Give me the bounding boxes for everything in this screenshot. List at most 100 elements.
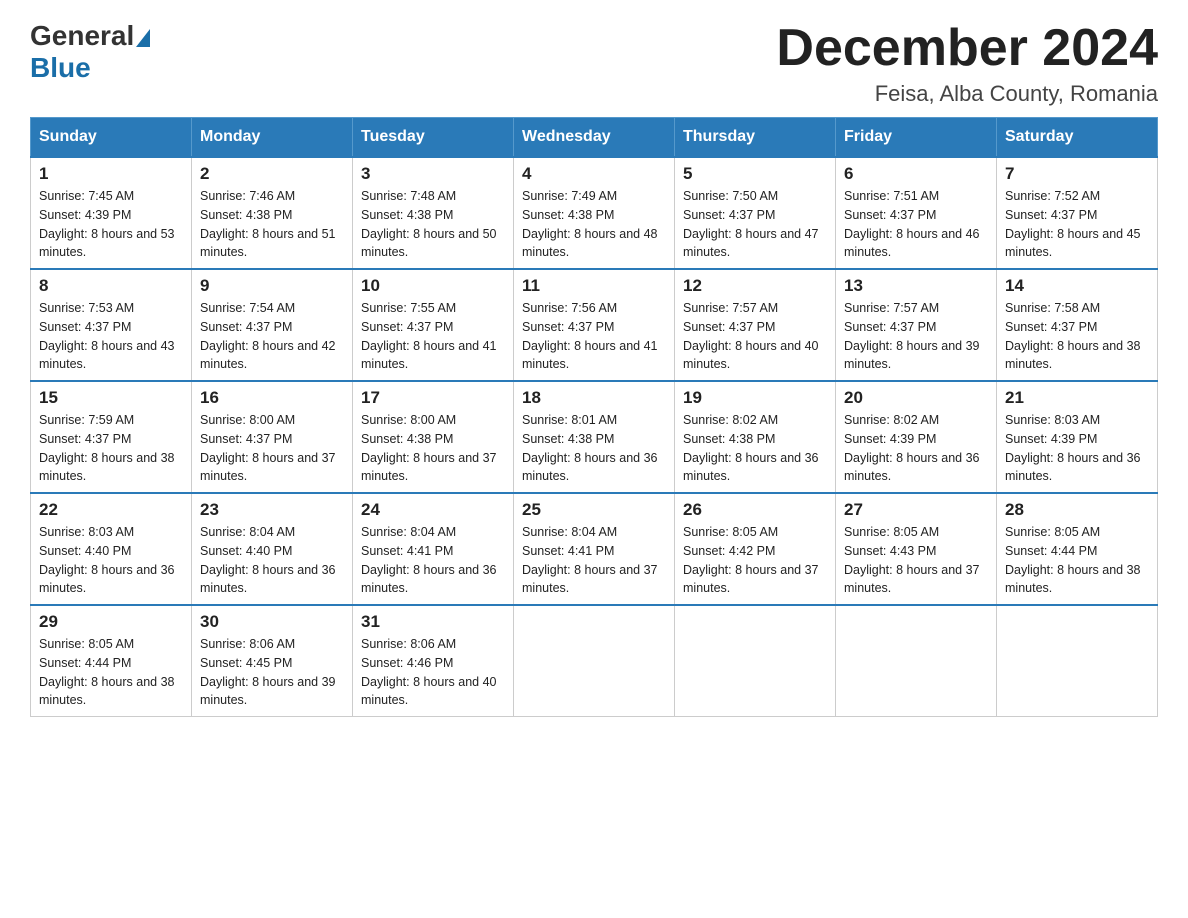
table-row: 25Sunrise: 8:04 AMSunset: 4:41 PMDayligh… xyxy=(514,493,675,605)
logo: General Blue xyxy=(30,20,152,84)
calendar-location: Feisa, Alba County, Romania xyxy=(776,81,1158,107)
table-row: 6Sunrise: 7:51 AMSunset: 4:37 PMDaylight… xyxy=(836,157,997,269)
title-section: December 2024 Feisa, Alba County, Romani… xyxy=(776,20,1158,107)
week-row-4: 22 Sunrise: 8:03 AMSunset: 4:40 PMDayligh… xyxy=(31,493,1158,605)
day-info: Sunrise: 8:04 AMSunset: 4:40 PMDaylight:… xyxy=(200,523,344,598)
day-number: 23 xyxy=(200,500,344,520)
day-number: 21 xyxy=(1005,388,1149,408)
day-info: Sunrise: 7:50 AMSunset: 4:37 PMDaylight:… xyxy=(683,187,827,262)
logo-triangle-icon xyxy=(136,29,150,47)
day-number: 5 xyxy=(683,164,827,184)
table-row: 2 Sunrise: 7:46 AMSunset: 4:38 PMDaylight… xyxy=(192,157,353,269)
day-number: 3 xyxy=(361,164,505,184)
table-row: 23 Sunrise: 8:04 AMSunset: 4:40 PMDayligh… xyxy=(192,493,353,605)
day-number: 28 xyxy=(1005,500,1149,520)
day-number: 26 xyxy=(683,500,827,520)
table-row: 26Sunrise: 8:05 AMSunset: 4:42 PMDayligh… xyxy=(675,493,836,605)
table-row xyxy=(514,605,675,717)
day-info: Sunrise: 8:03 AMSunset: 4:39 PMDaylight:… xyxy=(1005,411,1149,486)
day-number: 9 xyxy=(200,276,344,296)
day-info: Sunrise: 8:05 AMSunset: 4:43 PMDaylight:… xyxy=(844,523,988,598)
day-number: 6 xyxy=(844,164,988,184)
day-number: 19 xyxy=(683,388,827,408)
day-info: Sunrise: 7:57 AMSunset: 4:37 PMDaylight:… xyxy=(844,299,988,374)
table-row: 12 Sunrise: 7:57 AMSunset: 4:37 PMDayligh… xyxy=(675,269,836,381)
table-row: 16Sunrise: 8:00 AMSunset: 4:37 PMDayligh… xyxy=(192,381,353,493)
day-number: 25 xyxy=(522,500,666,520)
day-info: Sunrise: 8:00 AMSunset: 4:37 PMDaylight:… xyxy=(200,411,344,486)
day-info: Sunrise: 7:49 AMSunset: 4:38 PMDaylight:… xyxy=(522,187,666,262)
day-info: Sunrise: 7:48 AMSunset: 4:38 PMDaylight:… xyxy=(361,187,505,262)
day-number: 20 xyxy=(844,388,988,408)
col-tuesday: Tuesday xyxy=(353,118,514,158)
day-info: Sunrise: 7:52 AMSunset: 4:37 PMDaylight:… xyxy=(1005,187,1149,262)
day-number: 31 xyxy=(361,612,505,632)
table-row xyxy=(836,605,997,717)
day-number: 10 xyxy=(361,276,505,296)
day-number: 27 xyxy=(844,500,988,520)
table-row: 15Sunrise: 7:59 AMSunset: 4:37 PMDayligh… xyxy=(31,381,192,493)
table-row: 10Sunrise: 7:55 AMSunset: 4:37 PMDayligh… xyxy=(353,269,514,381)
table-row: 1 Sunrise: 7:45 AMSunset: 4:39 PMDaylight… xyxy=(31,157,192,269)
day-info: Sunrise: 7:57 AMSunset: 4:37 PMDaylight:… xyxy=(683,299,827,374)
col-monday: Monday xyxy=(192,118,353,158)
col-saturday: Saturday xyxy=(997,118,1158,158)
table-row: 8Sunrise: 7:53 AMSunset: 4:37 PMDaylight… xyxy=(31,269,192,381)
col-friday: Friday xyxy=(836,118,997,158)
day-number: 29 xyxy=(39,612,183,632)
table-row: 22 Sunrise: 8:03 AMSunset: 4:40 PMDayligh… xyxy=(31,493,192,605)
day-info: Sunrise: 8:00 AMSunset: 4:38 PMDaylight:… xyxy=(361,411,505,486)
day-info: Sunrise: 8:01 AMSunset: 4:38 PMDaylight:… xyxy=(522,411,666,486)
table-row: 18Sunrise: 8:01 AMSunset: 4:38 PMDayligh… xyxy=(514,381,675,493)
col-sunday: Sunday xyxy=(31,118,192,158)
table-row: 13Sunrise: 7:57 AMSunset: 4:37 PMDayligh… xyxy=(836,269,997,381)
day-info: Sunrise: 8:04 AMSunset: 4:41 PMDaylight:… xyxy=(361,523,505,598)
table-row: 30 Sunrise: 8:06 AMSunset: 4:45 PMDayligh… xyxy=(192,605,353,717)
calendar-title: December 2024 xyxy=(776,20,1158,77)
day-info: Sunrise: 7:56 AMSunset: 4:37 PMDaylight:… xyxy=(522,299,666,374)
week-row-1: 1 Sunrise: 7:45 AMSunset: 4:39 PMDaylight… xyxy=(31,157,1158,269)
col-wednesday: Wednesday xyxy=(514,118,675,158)
day-number: 12 xyxy=(683,276,827,296)
table-row: 4Sunrise: 7:49 AMSunset: 4:38 PMDaylight… xyxy=(514,157,675,269)
day-number: 14 xyxy=(1005,276,1149,296)
logo-general-text: General xyxy=(30,20,134,52)
day-info: Sunrise: 7:54 AMSunset: 4:37 PMDaylight:… xyxy=(200,299,344,374)
day-info: Sunrise: 8:02 AMSunset: 4:39 PMDaylight:… xyxy=(844,411,988,486)
day-info: Sunrise: 8:05 AMSunset: 4:44 PMDaylight:… xyxy=(1005,523,1149,598)
table-row: 3 Sunrise: 7:48 AMSunset: 4:38 PMDaylight… xyxy=(353,157,514,269)
week-row-2: 8Sunrise: 7:53 AMSunset: 4:37 PMDaylight… xyxy=(31,269,1158,381)
day-number: 1 xyxy=(39,164,183,184)
day-info: Sunrise: 7:46 AMSunset: 4:38 PMDaylight:… xyxy=(200,187,344,262)
day-number: 8 xyxy=(39,276,183,296)
table-row: 5 Sunrise: 7:50 AMSunset: 4:37 PMDaylight… xyxy=(675,157,836,269)
calendar-table: Sunday Monday Tuesday Wednesday Thursday… xyxy=(30,117,1158,717)
day-info: Sunrise: 8:03 AMSunset: 4:40 PMDaylight:… xyxy=(39,523,183,598)
day-number: 2 xyxy=(200,164,344,184)
logo-blue-text: Blue xyxy=(30,52,91,83)
day-info: Sunrise: 8:06 AMSunset: 4:45 PMDaylight:… xyxy=(200,635,344,710)
col-thursday: Thursday xyxy=(675,118,836,158)
day-info: Sunrise: 7:45 AMSunset: 4:39 PMDaylight:… xyxy=(39,187,183,262)
table-row: 20 Sunrise: 8:02 AMSunset: 4:39 PMDayligh… xyxy=(836,381,997,493)
day-number: 17 xyxy=(361,388,505,408)
day-info: Sunrise: 8:02 AMSunset: 4:38 PMDaylight:… xyxy=(683,411,827,486)
week-row-3: 15Sunrise: 7:59 AMSunset: 4:37 PMDayligh… xyxy=(31,381,1158,493)
day-number: 7 xyxy=(1005,164,1149,184)
table-row: 19 Sunrise: 8:02 AMSunset: 4:38 PMDayligh… xyxy=(675,381,836,493)
table-row: 28 Sunrise: 8:05 AMSunset: 4:44 PMDayligh… xyxy=(997,493,1158,605)
day-number: 22 xyxy=(39,500,183,520)
day-info: Sunrise: 8:06 AMSunset: 4:46 PMDaylight:… xyxy=(361,635,505,710)
table-row: 24Sunrise: 8:04 AMSunset: 4:41 PMDayligh… xyxy=(353,493,514,605)
page-header: General Blue December 2024 Feisa, Alba C… xyxy=(30,20,1158,107)
table-row: 17 Sunrise: 8:00 AMSunset: 4:38 PMDayligh… xyxy=(353,381,514,493)
table-row: 29Sunrise: 8:05 AMSunset: 4:44 PMDayligh… xyxy=(31,605,192,717)
day-number: 30 xyxy=(200,612,344,632)
day-number: 11 xyxy=(522,276,666,296)
week-row-5: 29Sunrise: 8:05 AMSunset: 4:44 PMDayligh… xyxy=(31,605,1158,717)
table-row xyxy=(997,605,1158,717)
table-row: 9 Sunrise: 7:54 AMSunset: 4:37 PMDaylight… xyxy=(192,269,353,381)
table-row: 31 Sunrise: 8:06 AMSunset: 4:46 PMDayligh… xyxy=(353,605,514,717)
table-row xyxy=(675,605,836,717)
table-row: 14Sunrise: 7:58 AMSunset: 4:37 PMDayligh… xyxy=(997,269,1158,381)
